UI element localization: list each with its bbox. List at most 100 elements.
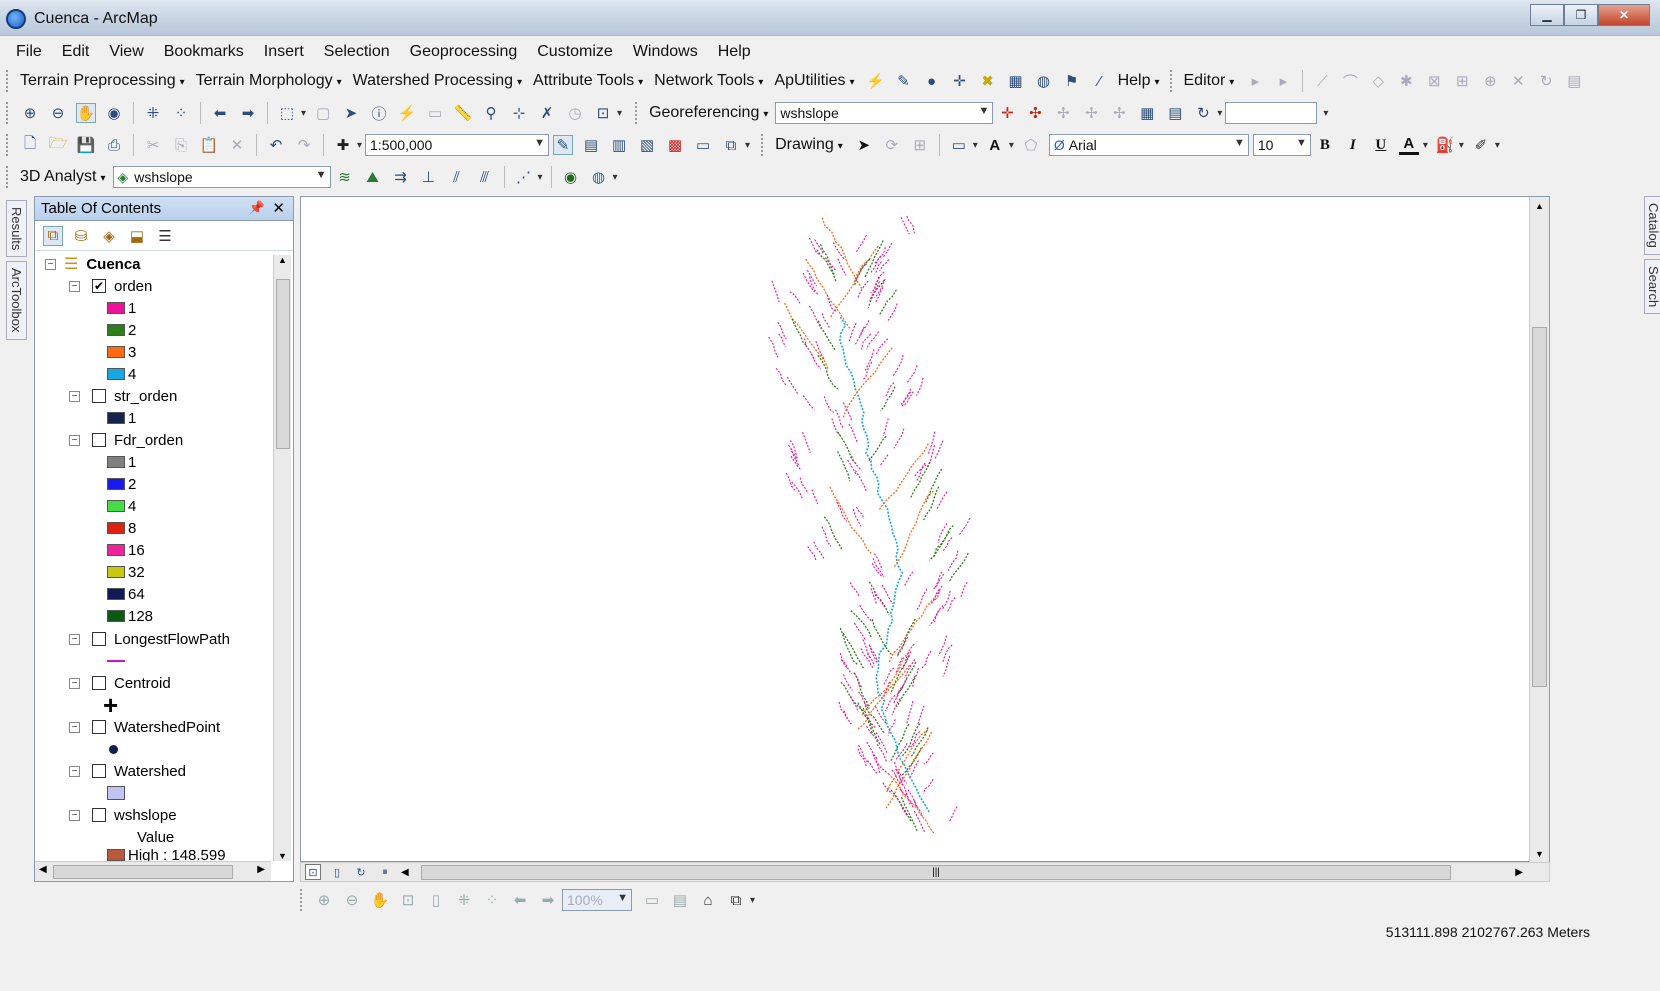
select-elements-icon[interactable]: ➤ bbox=[341, 103, 361, 123]
redo-icon[interactable]: ↷ bbox=[294, 135, 314, 155]
bold-button[interactable]: B bbox=[1315, 135, 1335, 155]
layer-visibility-checkbox[interactable] bbox=[92, 808, 106, 822]
layout-pan-icon[interactable]: ✋ bbox=[370, 890, 390, 910]
menu-selection[interactable]: Selection bbox=[314, 43, 400, 61]
fill-color-icon[interactable]: ⛽ bbox=[1435, 135, 1455, 155]
rotate-georef-icon[interactable]: ✢ bbox=[1053, 103, 1073, 123]
expand-toggle[interactable]: − bbox=[45, 258, 56, 270]
georef-rotation-input[interactable] bbox=[1225, 102, 1318, 124]
aputilities-menu[interactable]: ApUtilities bbox=[770, 72, 861, 90]
toolbar-grip[interactable] bbox=[6, 70, 10, 92]
scroll-thumb[interactable] bbox=[53, 865, 233, 879]
menu-customize[interactable]: Customize bbox=[527, 43, 623, 61]
layer-visibility-checkbox[interactable] bbox=[92, 433, 106, 447]
close-button[interactable]: ✕ bbox=[1598, 4, 1650, 26]
copy-icon[interactable]: ⎘ bbox=[171, 135, 191, 155]
search-tab[interactable]: Search bbox=[1644, 258, 1660, 315]
data-driven-pages-icon[interactable]: ⧉ bbox=[726, 890, 746, 910]
html-popup-icon[interactable]: ▭ bbox=[425, 103, 445, 123]
menu-file[interactable]: File bbox=[6, 43, 52, 61]
editor-menu[interactable]: Editor bbox=[1180, 72, 1242, 90]
layer-name[interactable]: wshslope bbox=[114, 807, 177, 824]
zoom-out-icon[interactable]: ⊖ bbox=[48, 103, 68, 123]
steepest-path-icon[interactable]: ⛰ bbox=[363, 167, 383, 187]
toc-horizontal-scrollbar[interactable]: ◀ ▶ bbox=[35, 861, 271, 881]
link-table-icon[interactable]: ▦ bbox=[1137, 103, 1157, 123]
layer-visibility-checkbox[interactable] bbox=[92, 764, 106, 778]
stream-network-map[interactable] bbox=[301, 197, 1529, 861]
interpolate-point-icon[interactable]: ⊥ bbox=[419, 167, 439, 187]
list-by-drawing-order-icon[interactable]: ⧉ bbox=[43, 225, 63, 246]
python-window-icon[interactable]: ▭ bbox=[693, 135, 713, 155]
expand-toggle[interactable]: − bbox=[69, 677, 80, 689]
delete-icon[interactable]: ✕ bbox=[227, 135, 247, 155]
fixed-zoom-out-icon[interactable]: ⁘ bbox=[171, 103, 191, 123]
cut-icon[interactable]: ✂ bbox=[143, 135, 163, 155]
menu-help[interactable]: Help bbox=[708, 43, 761, 61]
interpolate-polygon-icon[interactable]: ⫻ bbox=[475, 167, 495, 187]
save-icon[interactable]: 💾 bbox=[76, 135, 96, 155]
layer-visibility-checkbox[interactable]: ✔ bbox=[92, 279, 106, 293]
layer-name[interactable]: LongestFlowPath bbox=[114, 631, 230, 648]
terrain-preprocessing-menu[interactable]: Terrain Preprocessing bbox=[16, 72, 192, 90]
terrain-morphology-menu[interactable]: Terrain Morphology bbox=[192, 72, 349, 90]
menu-view[interactable]: View bbox=[99, 43, 153, 61]
crosshair-icon[interactable]: ✛ bbox=[950, 71, 970, 91]
expand-toggle[interactable]: − bbox=[69, 434, 80, 446]
map-vertical-scrollbar[interactable]: ▲ ▼ bbox=[1529, 197, 1549, 863]
toolbar-grip[interactable] bbox=[6, 166, 10, 188]
rectangle-icon[interactable]: ▭ bbox=[949, 135, 969, 155]
contour-icon[interactable]: ≋ bbox=[335, 167, 355, 187]
menu-geoprocessing[interactable]: Geoprocessing bbox=[400, 43, 528, 61]
attribute-tools-menu[interactable]: Attribute Tools bbox=[529, 72, 650, 90]
edit-annotation-icon[interactable]: ▸ bbox=[1273, 71, 1293, 91]
list-by-visibility-icon[interactable]: ◈ bbox=[99, 226, 119, 246]
toolbar-grip[interactable] bbox=[300, 889, 304, 911]
zoom-whole-page-icon[interactable]: ⊡ bbox=[398, 890, 418, 910]
point-delineation-icon[interactable]: ● bbox=[922, 71, 942, 91]
minimize-button[interactable]: ▁ bbox=[1530, 4, 1564, 26]
modelbuilder-icon[interactable]: ⧉ bbox=[721, 135, 741, 155]
layer-name[interactable]: str_orden bbox=[114, 388, 177, 405]
straight-segment-icon[interactable]: ⟋ bbox=[1312, 71, 1332, 91]
layer-name[interactable]: orden bbox=[114, 278, 152, 295]
edit-vertices-icon[interactable]: ⬠ bbox=[1021, 135, 1041, 155]
pencil-icon[interactable]: ✎ bbox=[894, 71, 914, 91]
time-slider-icon[interactable]: ◷ bbox=[565, 103, 585, 123]
layout-view-icon[interactable]: ▯ bbox=[329, 864, 345, 880]
layout-zoom-in-icon[interactable]: ⊕ bbox=[314, 890, 334, 910]
measure-icon[interactable]: 📏 bbox=[453, 103, 473, 123]
hyperlink-icon[interactable]: ⚡ bbox=[397, 103, 417, 123]
underline-button[interactable]: U bbox=[1371, 135, 1391, 155]
georeferencing-menu[interactable]: Georeferencing bbox=[645, 104, 775, 122]
scale-georef-icon[interactable]: ✢ bbox=[1109, 103, 1129, 123]
line-color-icon[interactable]: ✐ bbox=[1471, 135, 1491, 155]
toc-window-icon[interactable]: ▤ bbox=[581, 135, 601, 155]
toolbar-grip[interactable] bbox=[6, 102, 10, 124]
flag-icon[interactable]: ⚑ bbox=[1062, 71, 1082, 91]
new-document-icon[interactable]: 🗋 bbox=[20, 135, 40, 155]
arcscene-icon[interactable]: ◉ bbox=[561, 167, 581, 187]
list-by-selection-icon[interactable]: ⬓ bbox=[127, 226, 147, 246]
layer-name[interactable]: Centroid bbox=[114, 675, 171, 692]
batch-point-icon[interactable]: ✖ bbox=[978, 71, 998, 91]
menu-windows[interactable]: Windows bbox=[623, 43, 708, 61]
edit-line-icon[interactable]: ⁄ bbox=[1090, 71, 1110, 91]
rotate-icon[interactable]: ✕ bbox=[1508, 71, 1528, 91]
shift-georef-icon[interactable]: ✢ bbox=[1081, 103, 1101, 123]
viewer-icon[interactable]: ▤ bbox=[1165, 103, 1185, 123]
zoom-to-selected-icon[interactable]: ⊞ bbox=[910, 135, 930, 155]
next-extent-icon[interactable]: ➡ bbox=[538, 890, 558, 910]
previous-extent-icon[interactable]: ⬅ bbox=[510, 890, 530, 910]
back-extent-icon[interactable]: ⬅ bbox=[210, 103, 230, 123]
change-layout-icon[interactable]: ⌂ bbox=[698, 890, 718, 910]
dataframe-name[interactable]: Cuenca bbox=[86, 256, 140, 273]
layer-visibility-checkbox[interactable] bbox=[92, 676, 106, 690]
pin-icon[interactable]: 📌 bbox=[249, 200, 265, 216]
pause-drawing-icon[interactable]: ⏸ bbox=[377, 864, 393, 880]
options-icon[interactable]: ☰ bbox=[155, 226, 175, 246]
3d-analyst-menu[interactable]: 3D Analyst bbox=[16, 168, 113, 186]
expand-toggle[interactable]: − bbox=[69, 633, 80, 645]
3d-layer-dropdown[interactable]: ◈ wshslope ▼ bbox=[112, 166, 331, 188]
rotate-element-icon[interactable]: ⟳ bbox=[882, 135, 902, 155]
